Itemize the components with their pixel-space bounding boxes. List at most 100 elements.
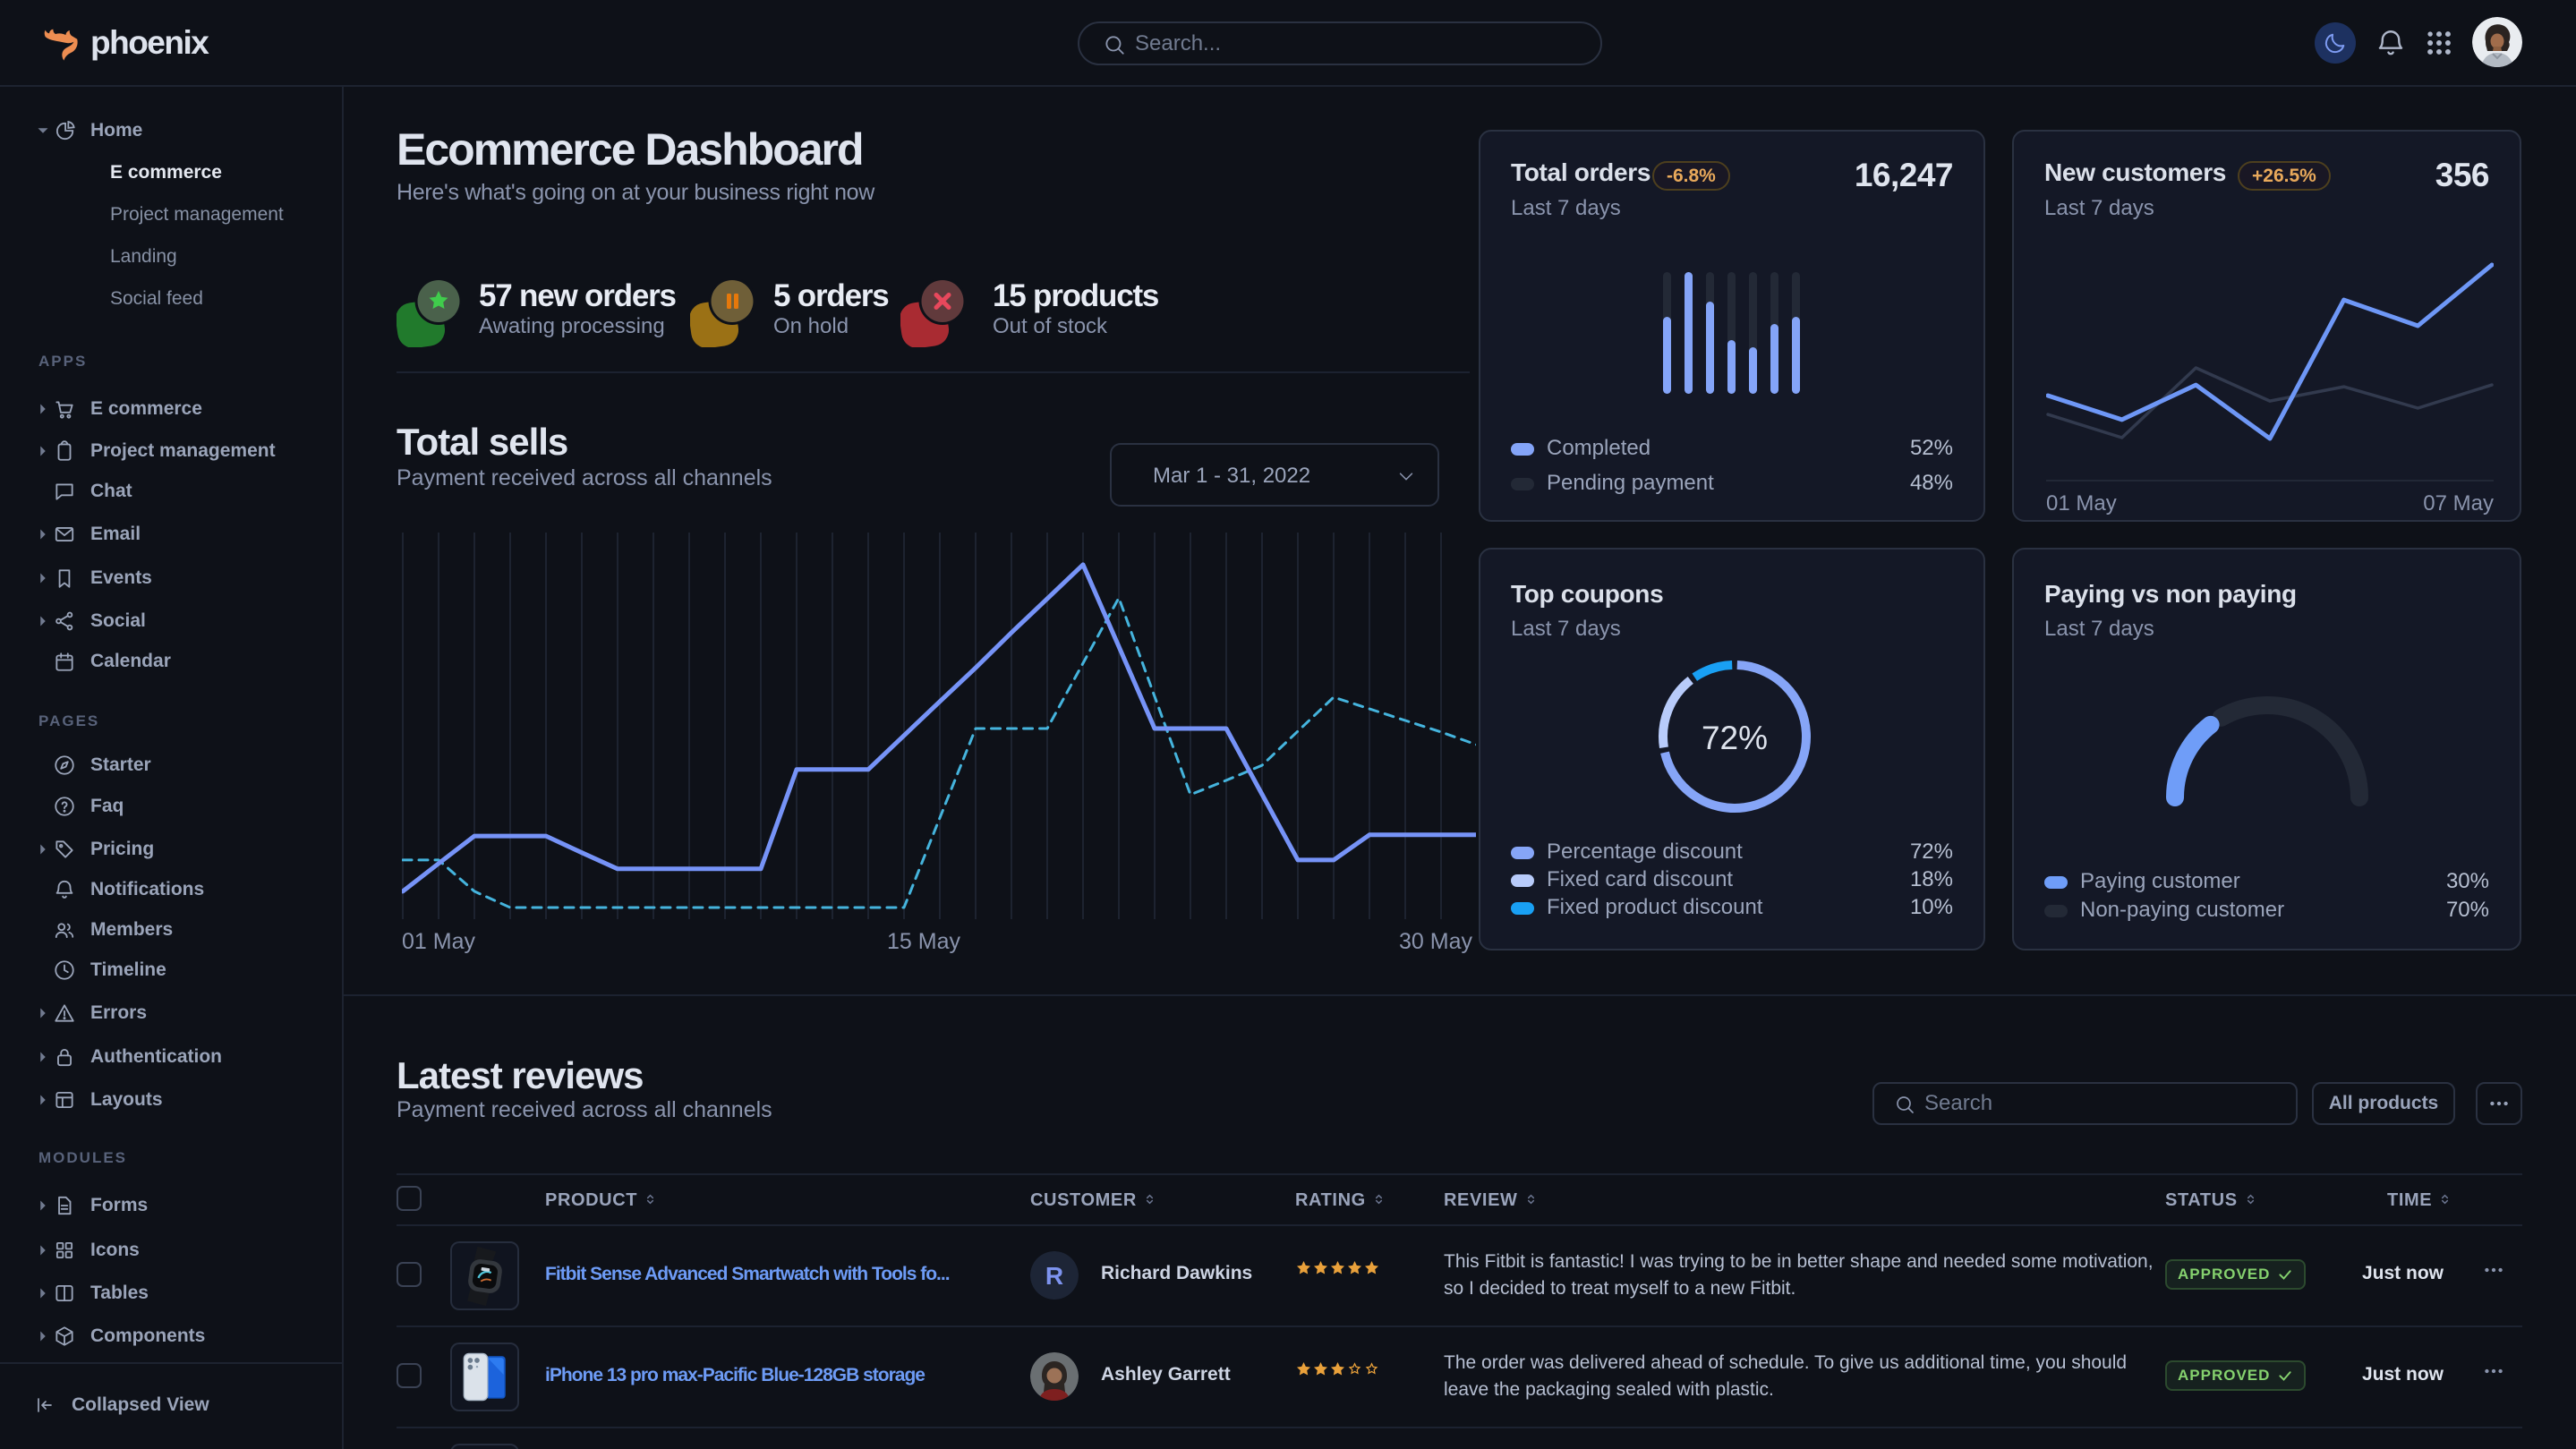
col-status[interactable]: STATUS bbox=[2165, 1190, 2257, 1211]
col-review[interactable]: REVIEW bbox=[1444, 1190, 1538, 1211]
sidebar-item-events[interactable]: Events bbox=[0, 558, 342, 599]
select-all-checkbox[interactable] bbox=[397, 1186, 422, 1211]
card-title: Total orders bbox=[1511, 158, 1651, 187]
date-range-select[interactable]: Mar 1 - 31, 2022 bbox=[1110, 443, 1439, 507]
reviews-search-input[interactable] bbox=[1924, 1084, 2282, 1123]
card-subtitle: Last 7 days bbox=[2044, 196, 2154, 221]
caret-down-icon bbox=[33, 121, 53, 141]
legend-swatch bbox=[1511, 847, 1534, 859]
product-thumbnail[interactable] bbox=[450, 1342, 519, 1411]
mini-axis bbox=[2046, 480, 2494, 482]
x-tick-15may: 15 May bbox=[861, 929, 986, 955]
sidebar-item-ecommerce-app[interactable]: E commerce bbox=[0, 388, 342, 430]
section-divider bbox=[344, 994, 2576, 996]
card-title: Paying vs non paying bbox=[2044, 580, 2297, 609]
sidebar-item-timeline[interactable]: Timeline bbox=[0, 950, 342, 991]
share-icon bbox=[53, 609, 76, 633]
legend-percentage-discount: Percentage discount 72% bbox=[1511, 840, 1953, 866]
sidebar-item-email[interactable]: Email bbox=[0, 514, 342, 555]
notifications-bell-icon[interactable] bbox=[2372, 24, 2410, 62]
sidebar-item-social-feed[interactable]: Social feed bbox=[0, 278, 342, 320]
sidebar-item-faq[interactable]: Faq bbox=[0, 786, 342, 827]
navbar-search-input[interactable] bbox=[1135, 23, 1582, 64]
sidebar-item-calendar[interactable]: Calendar bbox=[0, 641, 342, 682]
x-tick: 07 May bbox=[2368, 491, 2494, 516]
top-navbar: phoenix bbox=[0, 0, 2576, 87]
sidebar-item-home[interactable]: Home bbox=[0, 110, 342, 151]
legend-completed: Completed 52% bbox=[1511, 436, 1953, 463]
review-text: The order was delivered ahead of schedul… bbox=[1444, 1350, 2160, 1403]
col-customer[interactable]: CUSTOMER bbox=[1030, 1190, 1156, 1211]
sidebar-item-notifications[interactable]: Notifications bbox=[0, 869, 342, 910]
orders-on-hold-pause-icon bbox=[690, 279, 754, 347]
product-thumbnail[interactable] bbox=[450, 1444, 519, 1449]
new-customers-line-chart bbox=[2046, 252, 2494, 480]
customer-avatar[interactable]: R bbox=[1030, 1251, 1079, 1300]
sidebar-item-layouts[interactable]: Layouts bbox=[0, 1079, 342, 1121]
sidebar-item-starter[interactable]: Starter bbox=[0, 745, 342, 786]
total-sells-chart bbox=[402, 533, 1476, 919]
row-checkbox[interactable] bbox=[397, 1262, 422, 1287]
sidebar-section-modules: MODULES bbox=[38, 1149, 127, 1167]
sidebar-item-landing[interactable]: Landing bbox=[0, 236, 342, 277]
stat-orders-hold: 5 orders bbox=[773, 278, 889, 314]
grid-dots-icon bbox=[2424, 28, 2454, 58]
legend-swatch bbox=[1511, 902, 1534, 915]
sidebar-item-authentication[interactable]: Authentication bbox=[0, 1036, 342, 1078]
legend-value: 10% bbox=[1910, 895, 1953, 920]
moon-icon bbox=[2323, 30, 2348, 55]
all-products-button[interactable]: All products bbox=[2312, 1082, 2455, 1125]
bell-icon bbox=[53, 878, 76, 901]
sidebar-item-social[interactable]: Social bbox=[0, 601, 342, 642]
cart-icon bbox=[53, 397, 76, 421]
col-time[interactable]: TIME bbox=[2387, 1190, 2452, 1211]
sidebar-item-project-management-app[interactable]: Project management bbox=[0, 430, 342, 472]
new-customers-value: 356 bbox=[2435, 157, 2489, 194]
legend-label: Pending payment bbox=[1547, 471, 1714, 496]
sidebar-item-project-management-home[interactable]: Project management bbox=[0, 194, 342, 235]
product-link[interactable]: Fitbit Sense Advanced Smartwatch with To… bbox=[545, 1262, 950, 1287]
legend-value: 18% bbox=[1910, 867, 1953, 892]
col-product[interactable]: PRODUCT bbox=[545, 1190, 657, 1211]
sidebar-item-errors[interactable]: Errors bbox=[0, 993, 342, 1034]
apps-grid-icon[interactable] bbox=[2422, 26, 2456, 60]
sidebar-item-label: Home bbox=[90, 120, 142, 141]
product-link[interactable]: iPhone 13 pro max-Pacific Blue-128GB sto… bbox=[545, 1363, 925, 1388]
sidebar-section-pages: PAGES bbox=[38, 712, 99, 730]
column-label: RATING bbox=[1295, 1190, 1366, 1210]
product-thumbnail[interactable] bbox=[450, 1241, 519, 1310]
row-menu-button[interactable] bbox=[2479, 1258, 2508, 1286]
sidebar-item-label: Chat bbox=[90, 481, 132, 502]
legend-label: Paying customer bbox=[2080, 869, 2240, 894]
row-checkbox[interactable] bbox=[397, 1363, 422, 1388]
legend-fixed-card: Fixed card discount 18% bbox=[1511, 867, 1953, 894]
theme-toggle-moon-icon[interactable] bbox=[2315, 22, 2356, 64]
compass-icon bbox=[53, 754, 76, 777]
tag-icon bbox=[53, 838, 76, 861]
sidebar-subitem-label: E commerce bbox=[110, 162, 222, 183]
legend-value: 70% bbox=[2446, 898, 2489, 923]
sidebar-item-chat[interactable]: Chat bbox=[0, 471, 342, 512]
more-options-button[interactable] bbox=[2476, 1082, 2522, 1125]
warning-triangle-icon bbox=[53, 1002, 76, 1025]
legend-swatch bbox=[1511, 443, 1534, 456]
users-icon bbox=[53, 918, 76, 942]
column-label: REVIEW bbox=[1444, 1190, 1518, 1210]
sidebar-item-ecommerce-home[interactable]: E commerce bbox=[0, 152, 342, 193]
sidebar-item-pricing[interactable]: Pricing bbox=[0, 829, 342, 870]
user-avatar[interactable] bbox=[2472, 17, 2522, 67]
caret-right-icon bbox=[33, 1047, 53, 1067]
sidebar-item-members[interactable]: Members bbox=[0, 909, 342, 950]
total-sells-title: Total sells bbox=[397, 421, 567, 464]
legend-fixed-product: Fixed product discount 10% bbox=[1511, 895, 1953, 922]
rating-stars bbox=[1295, 1360, 1380, 1377]
brand-name[interactable]: phoenix bbox=[90, 24, 208, 62]
stats-divider bbox=[397, 371, 1470, 373]
caret-right-icon bbox=[33, 1003, 53, 1023]
sidebar-item-label: Authentication bbox=[90, 1046, 222, 1068]
customer-avatar[interactable] bbox=[1030, 1352, 1079, 1401]
phoenix-logo-icon[interactable] bbox=[41, 21, 82, 64]
col-rating[interactable]: RATING bbox=[1295, 1190, 1386, 1211]
row-menu-button[interactable] bbox=[2479, 1360, 2508, 1387]
sort-icon bbox=[1372, 1191, 1386, 1207]
